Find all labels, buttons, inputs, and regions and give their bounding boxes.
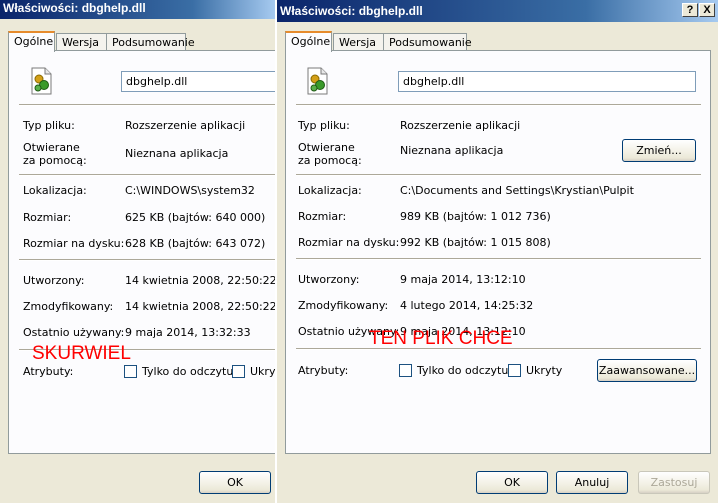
close-button[interactable]: X	[699, 3, 715, 17]
size-on-disk-label: Rozmiar na dysku:	[23, 237, 125, 250]
file-name-field[interactable]: dbghelp.dll	[398, 71, 696, 92]
opens-with-label-line2: za pomocą:	[23, 154, 87, 167]
size-on-disk-label: Rozmiar na dysku:	[298, 236, 400, 249]
separator	[296, 174, 701, 176]
modified-label: Zmodyfikowany:	[298, 299, 389, 312]
readonly-checkbox[interactable]	[399, 364, 412, 377]
readonly-label: Tylko do odczytu	[142, 365, 234, 378]
created-value: 14 kwietnia 2008, 22:50:22	[125, 274, 276, 287]
cancel-button[interactable]: Anuluj	[556, 471, 628, 494]
size-label: Rozmiar:	[298, 210, 347, 223]
window-title: Właściwości: dbghelp.dll	[3, 1, 146, 15]
separator	[19, 259, 275, 261]
opens-with-value: Nieznana aplikacja	[400, 144, 504, 157]
title-bar[interactable]: Właściwości: dbghelp.dll ? X	[277, 0, 718, 22]
general-panel: dbghelp.dll Typ pliku: Rozszerzenie apli…	[285, 50, 711, 454]
hidden-label: Ukryty	[250, 365, 276, 378]
properties-dialog-right: Właściwości: dbghelp.dll ? X Ogólne Wers…	[275, 0, 718, 503]
location-value: C:\WINDOWS\system32	[125, 184, 255, 197]
title-bar[interactable]: Właściwości: dbghelp.dll	[0, 0, 275, 19]
hidden-checkbox[interactable]	[508, 364, 521, 377]
attributes-label: Atrybuty:	[298, 364, 349, 377]
separator	[296, 104, 701, 106]
created-label: Utworzony:	[23, 274, 85, 287]
help-button[interactable]: ?	[682, 3, 698, 17]
general-panel: dbghelp.dll Typ pliku: Rozszerzenie apli…	[8, 50, 276, 454]
tab-summary[interactable]: Podsumowanie	[106, 33, 195, 51]
window-title: Właściwości: dbghelp.dll	[280, 4, 423, 18]
hidden-checkbox[interactable]	[232, 365, 245, 378]
modified-value: 14 kwietnia 2008, 22:50:22	[125, 300, 276, 313]
size-on-disk-value: 628 KB (bajtów: 643 072)	[125, 237, 266, 250]
size-value: 989 KB (bajtów: 1 012 736)	[400, 210, 551, 223]
opens-with-label-line2: za pomocą:	[298, 154, 362, 167]
accessed-value: 9 maja 2014, 13:32:33	[125, 326, 251, 339]
tab-version[interactable]: Wersja	[333, 33, 384, 51]
separator	[296, 258, 701, 260]
advanced-button[interactable]: Zaawansowane...	[597, 359, 697, 382]
file-type-value: Rozszerzenie aplikacji	[400, 119, 521, 132]
created-label: Utworzony:	[298, 273, 360, 286]
location-value: C:\Documents and Settings\Krystian\Pulpi…	[400, 184, 634, 197]
tab-general[interactable]: Ogólne	[285, 31, 332, 52]
size-label: Rozmiar:	[23, 211, 72, 224]
red-overlay-text: SKURWIEL	[32, 343, 131, 364]
location-label: Lokalizacja:	[23, 184, 87, 197]
separator	[19, 104, 275, 106]
created-value: 9 maja 2014, 13:12:10	[400, 273, 526, 286]
apply-button[interactable]: Zastosuj	[638, 471, 710, 494]
accessed-label: Ostatnio używany:	[23, 326, 125, 339]
readonly-label: Tylko do odczytu	[417, 364, 509, 377]
properties-dialog-left: Właściwości: dbghelp.dll Ogólne Wersja P…	[0, 0, 276, 503]
modified-label: Zmodyfikowany:	[23, 300, 114, 313]
ok-button[interactable]: OK	[476, 471, 548, 494]
size-on-disk-value: 992 KB (bajtów: 1 015 808)	[400, 236, 551, 249]
opens-with-label-line1: Otwierane	[23, 141, 80, 154]
ok-button[interactable]: OK	[199, 471, 271, 494]
file-type-label: Typ pliku:	[23, 119, 75, 132]
tab-summary[interactable]: Podsumowanie	[383, 33, 472, 51]
opens-with-label-line1: Otwierane	[298, 141, 355, 154]
change-button[interactable]: Zmień...	[622, 139, 696, 162]
tab-general[interactable]: Ogólne	[8, 31, 55, 52]
location-label: Lokalizacja:	[298, 184, 362, 197]
dll-file-icon	[307, 67, 328, 95]
file-type-label: Typ pliku:	[298, 119, 350, 132]
file-name-field[interactable]: dbghelp.dll	[121, 71, 275, 92]
hidden-label: Ukryty	[526, 364, 563, 377]
file-type-value: Rozszerzenie aplikacji	[125, 119, 246, 132]
size-value: 625 KB (bajtów: 640 000)	[125, 211, 266, 224]
attributes-label: Atrybuty:	[23, 365, 74, 378]
opens-with-value: Nieznana aplikacja	[125, 147, 229, 160]
red-overlay-text: TEN PLIK CHCE	[369, 328, 513, 349]
dll-file-icon	[31, 67, 52, 95]
readonly-checkbox[interactable]	[124, 365, 137, 378]
separator	[19, 174, 275, 176]
tab-version[interactable]: Wersja	[56, 33, 107, 51]
modified-value: 4 lutego 2014, 14:25:32	[400, 299, 534, 312]
